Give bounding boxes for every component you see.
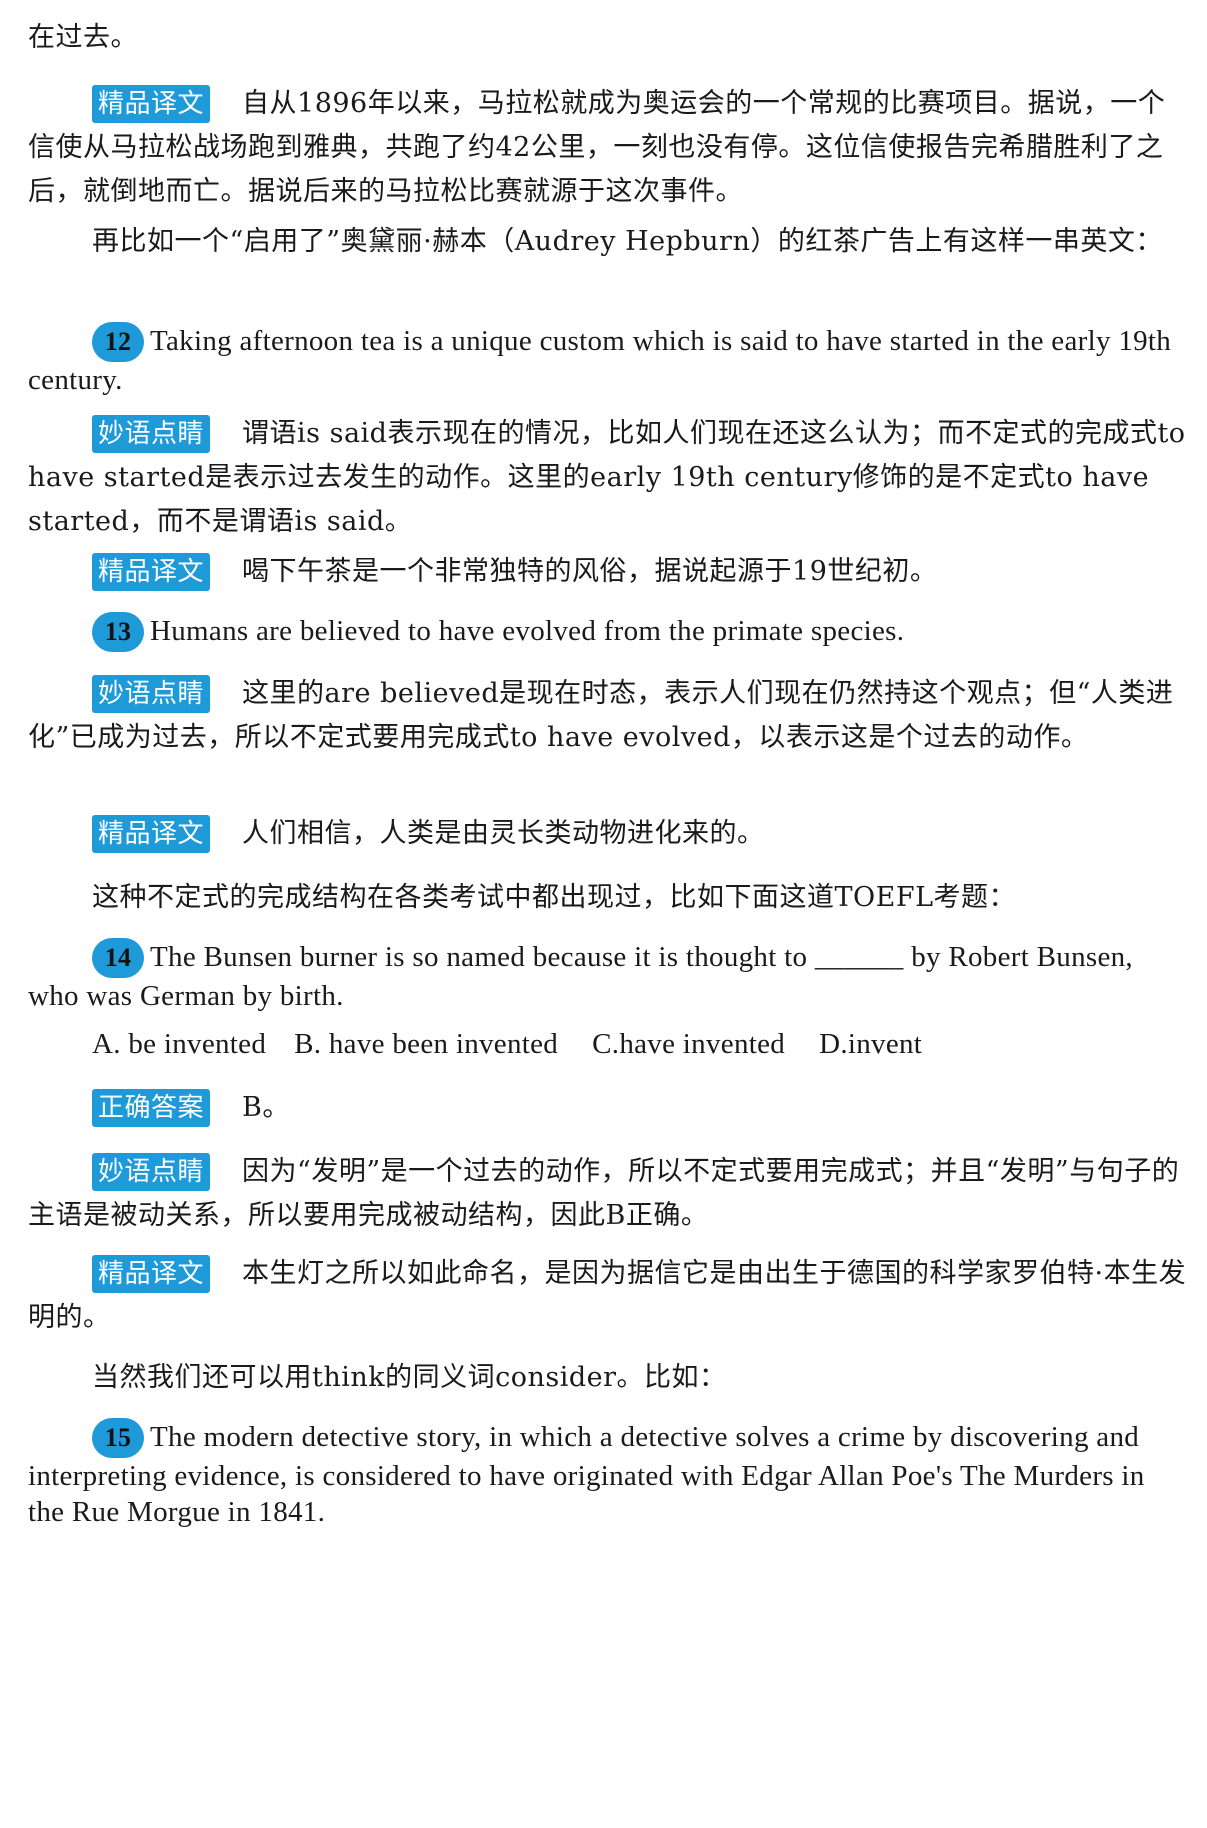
answer-options: A. be invented B. have been invented C.hav… (92, 1026, 1187, 1062)
answer-paragraph: 正确答案 B。 (28, 1086, 1187, 1130)
translation-paragraph: 精品译文 本生灯之所以如此命名，是因为据信它是由出生于德国的科学家罗伯特·本生发明… (28, 1252, 1187, 1340)
intro-paragraph: 当然我们还可以用think的同义词consider。比如： (92, 1362, 727, 1393)
example-text: Humans are believed to have evolved from… (150, 615, 905, 647)
answer-text: B。 (242, 1092, 290, 1123)
example-15: 15 The modern detective story, in which a… (28, 1418, 1187, 1530)
example-text: Taking afternoon tea is a unique custom … (28, 325, 1172, 396)
option-b: B. have been invented (294, 1028, 559, 1060)
example-text: The Bunsen burner is so named because it… (28, 941, 1133, 1012)
option-d: D.invent (819, 1028, 923, 1060)
example-13: 13 Humans are believed to have evolved fr… (28, 612, 1187, 652)
translation-tag: 精品译文 (92, 553, 211, 591)
translation-tag: 精品译文 (92, 1255, 211, 1293)
example-number-badge: 12 (92, 322, 144, 362)
page: 在过去。 精品译文 自从1896年以来，马拉松就成为奥运会的一个常规的比赛项目。据… (0, 0, 1207, 1828)
analysis-paragraph: 妙语点睛 这里的are believed是现在时态，表示人们现在仍然持这个观点；但… (28, 672, 1187, 760)
translation-tag: 精品译文 (92, 85, 211, 123)
analysis-paragraph: 妙语点睛 谓语is said表示现在的情况，比如人们现在还这么认为；而不定式的完成… (28, 412, 1187, 544)
analysis-tag: 妙语点睛 (92, 415, 211, 453)
example-number-badge: 14 (92, 938, 144, 978)
example-number-badge: 13 (92, 612, 144, 652)
option-a: A. be invented (92, 1028, 267, 1060)
translation-text: 喝下午茶是一个非常独特的风俗，据说起源于19世纪初。 (242, 556, 938, 587)
intro-paragraph: 再比如一个“启用了”奥黛丽·赫本（Audrey Hepburn）的红茶广告上有这… (92, 226, 1163, 257)
intro-paragraph: 这种不定式的完成结构在各类考试中都出现过，比如下面这道TOEFL考题： (92, 882, 1017, 913)
translation-paragraph: 精品译文 自从1896年以来，马拉松就成为奥运会的一个常规的比赛项目。据说，一个信… (28, 82, 1187, 214)
answer-tag: 正确答案 (92, 1089, 211, 1127)
example-number-badge: 15 (92, 1418, 144, 1458)
translation-text: 人们相信，人类是由灵长类动物进化来的。 (242, 818, 765, 849)
analysis-paragraph: 妙语点睛 因为“发明”是一个过去的动作，所以不定式要用完成式；并且“发明”与句子的… (28, 1150, 1187, 1238)
analysis-tag: 妙语点睛 (92, 1153, 211, 1191)
example-text: The modern detective story, in which a d… (28, 1421, 1145, 1528)
analysis-tag: 妙语点睛 (92, 675, 211, 713)
example-14: 14 The Bunsen burner is so named because … (28, 938, 1187, 1014)
paragraph-continuation: 在过去。 (28, 22, 138, 53)
option-c: C.have invented (592, 1028, 786, 1060)
translation-paragraph: 精品译文 喝下午茶是一个非常独特的风俗，据说起源于19世纪初。 (28, 550, 1187, 594)
translation-tag: 精品译文 (92, 815, 211, 853)
translation-paragraph: 精品译文 人们相信，人类是由灵长类动物进化来的。 (28, 812, 1187, 856)
example-12: 12 Taking afternoon tea is a unique custo… (28, 322, 1187, 398)
